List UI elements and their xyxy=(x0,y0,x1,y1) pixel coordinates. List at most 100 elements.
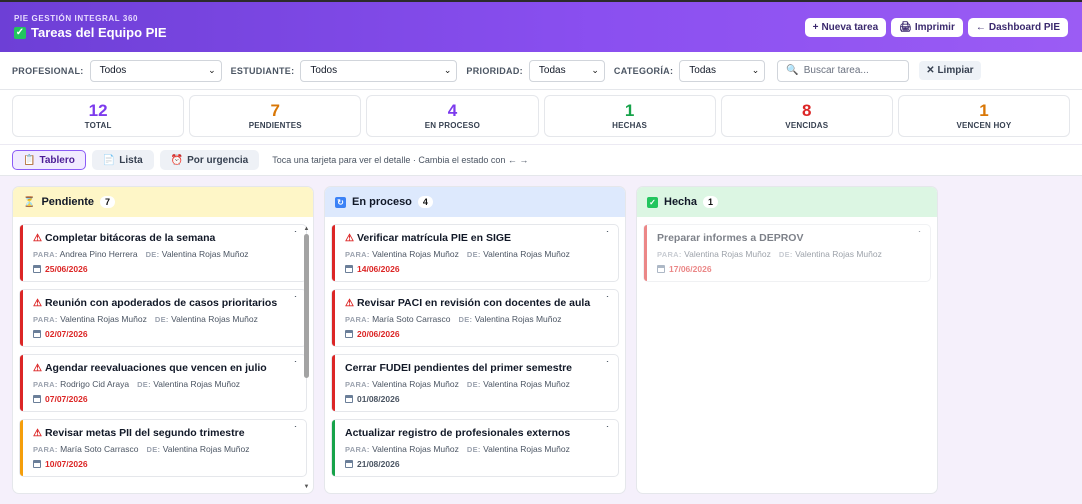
stat-card[interactable]: 4 EN PROCESO xyxy=(366,95,539,137)
task-due-date-row: 21/08/2026 xyxy=(345,459,608,469)
task-card[interactable]: Actualizar registro de profesionales ext… xyxy=(331,419,619,477)
task-card[interactable]: ⚠ Completar bitácoras de la semana ˙ PARA: … xyxy=(19,224,307,282)
filter-bar: PROFESIONAL: Todos ⌄ ESTUDIANTE: Todos ⌄… xyxy=(0,52,1082,90)
stat-card[interactable]: 12 TOTAL xyxy=(12,95,185,137)
view-urgency-label: Por urgencia xyxy=(187,154,249,166)
task-title-row: Cerrar FUDEI pendientes del primer semes… xyxy=(345,362,608,374)
view-board-button[interactable]: 📋 Tablero xyxy=(12,150,86,170)
calendar-icon xyxy=(345,460,353,468)
scrollbar-thumb[interactable] xyxy=(304,234,309,378)
de-label: DE: xyxy=(137,380,151,389)
task-due-date: 25/06/2026 xyxy=(45,264,88,274)
categoria-select[interactable]: Todas ⌄ xyxy=(679,59,766,82)
card-menu-icon[interactable]: ˙ xyxy=(918,230,921,240)
para-label: PARA: xyxy=(33,250,58,259)
task-meta: PARA: Valentina Rojas Muñoz DE: Valentina… xyxy=(345,444,608,454)
app-header: PIE GESTIÓN INTEGRAL 360 ✓ Tareas del Eq… xyxy=(0,2,1082,52)
search-box: 🔍 xyxy=(777,59,910,82)
estudiante-select[interactable]: Todos ⌄ xyxy=(300,59,458,82)
stat-card[interactable]: 8 VENCIDAS xyxy=(720,95,893,137)
new-task-label: Nueva tarea xyxy=(821,22,879,33)
task-author: Valentina Rojas Muñoz xyxy=(171,314,258,324)
card-menu-icon[interactable]: ˙ xyxy=(294,230,297,240)
calendar-icon xyxy=(33,395,41,403)
task-title-row: ⚠ Completar bitácoras de la semana xyxy=(33,232,296,244)
task-due-date: 10/07/2026 xyxy=(45,459,88,469)
task-title-row: Actualizar registro de profesionales ext… xyxy=(345,427,608,439)
task-card[interactable]: ⚠ Agendar reevaluaciones que vencen en ju… xyxy=(19,354,307,412)
task-card[interactable]: Preparar informes a DEPROV ˙ PARA: Valenti… xyxy=(643,224,931,282)
stat-card[interactable]: 7 PENDIENTES xyxy=(189,95,362,137)
para-label: PARA: xyxy=(33,380,58,389)
column-title: Hecha xyxy=(664,196,698,208)
card-list: Preparar informes a DEPROV ˙ PARA: Valenti… xyxy=(637,217,937,282)
task-card[interactable]: ⚠ Reunión con apoderados de casos priorit… xyxy=(19,289,307,347)
view-urgency-button[interactable]: ⏰ Por urgencia xyxy=(159,150,260,170)
card-menu-icon[interactable]: ˙ xyxy=(606,425,609,435)
task-card[interactable]: ⚠ Verificar matrícula PIE en SIGE ˙ PARA: V… xyxy=(331,224,619,282)
search-input[interactable] xyxy=(803,65,899,76)
task-card[interactable]: ⚠ Revisar metas PII del segundo trimestre… xyxy=(19,419,307,477)
de-label: DE: xyxy=(778,250,793,259)
task-author: Valentina Rojas Muñoz xyxy=(795,249,882,259)
clear-filters-label: Limpiar xyxy=(937,65,974,76)
card-menu-icon[interactable]: ˙ xyxy=(294,425,297,435)
search-icon: 🔍 xyxy=(786,65,799,76)
categoria-filter-label: CATEGORÍA: xyxy=(613,65,674,76)
prioridad-select-value: Todas xyxy=(538,65,566,76)
stat-card[interactable]: 1 HECHAS xyxy=(543,95,716,137)
task-meta: PARA: Valentina Rojas Muñoz DE: Valentina… xyxy=(33,314,296,324)
warning-icon: ⚠ xyxy=(33,362,42,374)
chevron-down-icon: ⌄ xyxy=(443,65,452,75)
stat-value: 8 xyxy=(802,101,812,120)
column-header: ✓ Hecha 1 xyxy=(637,187,937,217)
new-task-button[interactable]: + Nueva tarea xyxy=(804,18,887,37)
card-menu-icon[interactable]: ˙ xyxy=(606,230,609,240)
task-title: Completar bitácoras de la semana xyxy=(44,232,216,244)
header-actions: + Nueva tarea 🖨 Imprimir ← Dashboard PIE xyxy=(804,18,1068,37)
task-card[interactable]: Cerrar FUDEI pendientes del primer semes… xyxy=(331,354,619,412)
card-menu-icon[interactable]: ˙ xyxy=(606,360,609,370)
view-list-button[interactable]: 📄 Lista xyxy=(91,150,154,170)
profesional-select[interactable]: Todos ⌄ xyxy=(89,59,222,82)
plus-icon: + xyxy=(812,22,819,33)
task-assignee: Valentina Rojas Muñoz xyxy=(372,444,459,454)
calendar-icon xyxy=(657,265,665,273)
card-menu-icon[interactable]: ˙ xyxy=(294,360,297,370)
de-label: DE: xyxy=(154,315,169,324)
para-label: PARA: xyxy=(33,445,58,454)
task-due-date-row: 25/06/2026 xyxy=(33,264,296,274)
task-assignee: Valentina Rojas Muñoz xyxy=(372,249,459,259)
clear-filters-button[interactable]: ✕ Limpiar xyxy=(919,61,981,80)
card-menu-icon[interactable]: ˙ xyxy=(606,295,609,305)
stat-label: PENDIENTES xyxy=(248,121,302,130)
task-title: Revisar metas PII del segundo trimestre xyxy=(44,427,245,439)
column-scrollbar[interactable]: ▲ ▼ xyxy=(303,225,310,491)
task-title: Reunión con apoderados de casos priorita… xyxy=(44,297,278,309)
chevron-down-icon: ⌄ xyxy=(591,65,599,75)
task-due-date: 01/08/2026 xyxy=(357,394,400,404)
scroll-up-arrow-icon[interactable]: ▲ xyxy=(303,225,310,233)
task-card[interactable]: ⚠ Revisar PACI en revisión con docentes d… xyxy=(331,289,619,347)
prioridad-select[interactable]: Todas ⌄ xyxy=(528,59,605,82)
print-button[interactable]: 🖨 Imprimir xyxy=(891,18,963,37)
check-icon: ✓ xyxy=(647,196,658,208)
column-count-badge: 4 xyxy=(417,196,433,208)
task-due-date-row: 10/07/2026 xyxy=(33,459,296,469)
task-meta: PARA: Rodrigo Cid Araya DE: Valentina Roj… xyxy=(33,379,296,389)
task-meta: PARA: Valentina Rojas Muñoz DE: Valentina… xyxy=(657,249,920,259)
para-label: PARA: xyxy=(345,380,370,389)
task-author: Valentina Rojas Muñoz xyxy=(161,249,249,259)
dashboard-button[interactable]: ← Dashboard PIE xyxy=(967,18,1068,37)
estudiante-filter-label: ESTUDIANTE: xyxy=(230,65,295,76)
task-title-row: ⚠ Verificar matrícula PIE en SIGE xyxy=(345,232,608,244)
stat-card[interactable]: 1 VENCEN HOY xyxy=(897,95,1071,137)
view-switcher: 📋 Tablero 📄 Lista ⏰ Por urgencia Toca un… xyxy=(0,144,1082,176)
task-author: Valentina Rojas Muñoz xyxy=(483,444,570,454)
card-menu-icon[interactable]: ˙ xyxy=(294,295,297,305)
printer-icon: 🖨 xyxy=(899,22,912,33)
stats-row: 12 TOTAL 7 PENDIENTES 4 EN PROCESO 1 HECHAS 8 VEN… xyxy=(0,90,1082,144)
stat-label: HECHAS xyxy=(612,121,648,130)
task-due-date: 21/08/2026 xyxy=(357,459,400,469)
scroll-down-arrow-icon[interactable]: ▼ xyxy=(303,483,310,491)
